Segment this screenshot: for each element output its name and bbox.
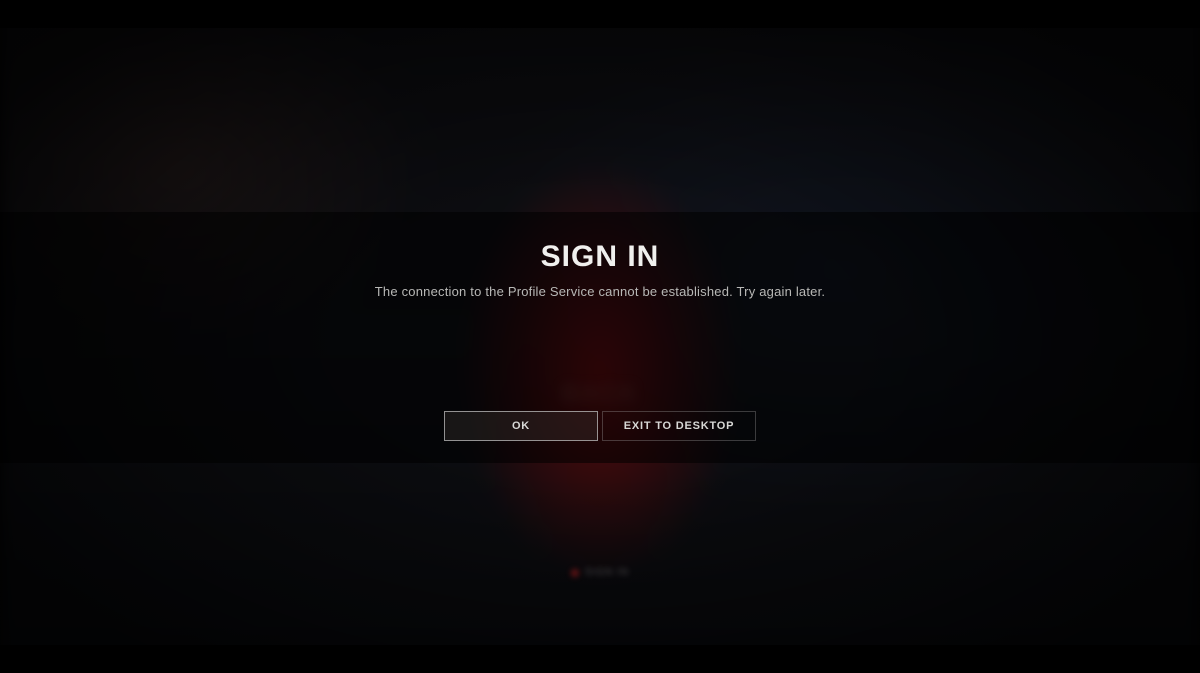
letterbox-bottom: [0, 645, 1200, 673]
dialog-title: SIGN IN: [541, 240, 660, 274]
dialog-message: The connection to the Profile Service ca…: [375, 284, 825, 299]
background-signin-hint: SIGN IN: [571, 567, 629, 578]
ok-button[interactable]: OK: [444, 411, 598, 441]
hint-label: SIGN IN: [585, 567, 629, 578]
exit-to-desktop-button[interactable]: EXIT TO DESKTOP: [602, 411, 756, 441]
dialog-button-row: OK EXIT TO DESKTOP: [0, 411, 1200, 441]
letterbox-top: [0, 0, 1200, 28]
hint-indicator-icon: [571, 569, 579, 577]
signin-error-dialog: SIGN IN The connection to the Profile Se…: [0, 212, 1200, 463]
dialog-content: SIGN IN The connection to the Profile Se…: [0, 212, 1200, 299]
